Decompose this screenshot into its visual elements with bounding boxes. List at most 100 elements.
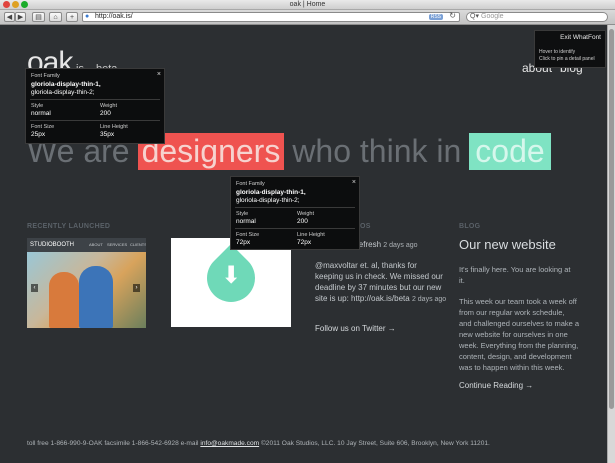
chevron-left-icon: ‹: [33, 285, 36, 291]
font-size-label: Font Size: [236, 232, 260, 238]
weight-label: Weight: [100, 103, 118, 109]
blog-intro: It's finally here. You are looking at it…: [459, 264, 604, 286]
tweet-2-time[interactable]: 2 days ago: [412, 296, 446, 303]
blog-body-line: from our regular work schedule,: [459, 308, 565, 317]
project-thumb-drop[interactable]: ⬇: [171, 238, 291, 327]
blog-body-line: new website for ourselves in one: [459, 330, 568, 339]
whatfont-tooltip-logo: × Font Family gloriola-display-thin-1, g…: [25, 68, 165, 144]
tweet-1-time[interactable]: 2 days ago: [383, 242, 417, 249]
add-bookmark-button[interactable]: +: [66, 12, 78, 22]
whatfont-hint-hover: Hover to identify: [539, 49, 576, 55]
continue-reading-link[interactable]: Continue Reading →: [459, 381, 533, 390]
tweet-2-line: keeping us in check. We missed our: [315, 272, 443, 281]
font-family-label: Font Family: [236, 181, 265, 187]
studio-nav-item: CLIENTS: [130, 242, 146, 247]
reader-button[interactable]: ▤: [32, 12, 45, 22]
blog-intro-line: It's finally here. You are looking at: [459, 265, 571, 274]
blog-body-line: week. Everything from the planning,: [459, 341, 579, 350]
browser-toolbar: ◀ ▶ ▤ ⌂ + ● http://oak.is/ RSS ↻ Q▾ Goog…: [0, 10, 615, 25]
weight-value: 200: [100, 110, 111, 117]
home-icon: ⌂: [53, 14, 58, 21]
search-icon: Q▾: [470, 13, 479, 20]
style-label: Style: [236, 211, 249, 217]
studio-photo: [27, 252, 146, 328]
person-figure: [79, 266, 113, 328]
plus-icon: +: [69, 14, 75, 21]
footer-address: ©2011 Oak Studios, LLC. 10 Jay Street, S…: [259, 440, 490, 447]
blog-intro-line: it.: [459, 276, 465, 285]
forward-arrow-icon: ▶: [17, 14, 24, 21]
line-height-value: 72px: [297, 239, 312, 246]
style-label: Style: [31, 103, 44, 109]
globe-icon: ●: [85, 13, 90, 20]
carousel-prev-button[interactable]: ‹: [31, 284, 38, 292]
divider: [30, 99, 160, 100]
footer-email-link[interactable]: info@oakmade.com: [200, 440, 259, 447]
forward-button[interactable]: ▶: [15, 12, 26, 22]
style-value: normal: [236, 218, 256, 225]
font-family-label: Font Family: [31, 73, 60, 79]
footer-contact: toll free 1-866-990-9-OAK facsimile 1-86…: [27, 440, 201, 447]
home-button[interactable]: ⌂: [49, 12, 62, 22]
whatfont-panel: Exit WhatFont Hover to identify Click to…: [534, 30, 606, 68]
blog-body-line: and challenged ourselves to make a: [459, 319, 580, 328]
studio-nav-item: SERVICES: [107, 242, 128, 247]
hero-text-2: who think in: [292, 132, 462, 169]
reload-icon[interactable]: ↻: [449, 12, 456, 20]
style-value: normal: [31, 110, 51, 117]
weight-label: Weight: [297, 211, 315, 217]
line-height-label: Line Height: [297, 232, 325, 238]
address-url: http://oak.is/: [95, 13, 133, 20]
search-placeholder: Google: [481, 13, 504, 20]
studio-brand: STUDIOBOOTH: [30, 242, 75, 248]
exit-whatfont-button[interactable]: Exit WhatFont: [560, 34, 601, 41]
font-size-value: 72px: [236, 239, 251, 246]
studio-header: STUDIOBOOTH: [27, 238, 146, 252]
tweet-2: @maxvoltar et. al, thanks for keeping us…: [315, 260, 446, 305]
section-tweets: OS: [360, 223, 371, 230]
blog-body-line: was to happen within this week.: [459, 363, 565, 372]
hero-highlight-code: code: [469, 132, 551, 170]
rss-badge[interactable]: RSS: [428, 14, 443, 20]
line-height-value: 35px: [100, 131, 115, 138]
address-bar[interactable]: ● http://oak.is/ RSS ↻: [82, 12, 460, 22]
carousel-next-button[interactable]: ›: [133, 284, 140, 292]
font-size-label: Font Size: [31, 124, 55, 130]
whatfont-hint-click: Click to pin a detail panel: [539, 56, 595, 62]
tweet-2-line[interactable]: site is up: http://oak.is/beta: [315, 294, 410, 303]
close-icon[interactable]: ×: [157, 71, 161, 78]
site-footer: toll free 1-866-990-9-OAK facsimile 1-86…: [27, 440, 490, 447]
close-icon[interactable]: ×: [352, 179, 356, 186]
divider: [235, 207, 355, 208]
tweet-2-line: @maxvoltar et. al, thanks for: [315, 261, 417, 270]
line-height-label: Line Height: [100, 124, 128, 130]
blog-body-line: content, design, and development: [459, 352, 572, 361]
blog-body: This week our team took a week off from …: [459, 296, 604, 373]
blog-post-title[interactable]: Our new website: [459, 237, 556, 252]
window-titlebar: oak | Home: [0, 0, 615, 10]
divider: [235, 228, 355, 229]
whatfont-tooltip-hero: × Font Family gloriola-display-thin-1, g…: [230, 176, 360, 250]
vertical-scrollbar[interactable]: [607, 25, 615, 463]
weight-value: 200: [297, 218, 308, 225]
font-family-value: gloriola-display-thin-1,: [31, 81, 101, 88]
search-field[interactable]: Q▾ Google: [466, 12, 608, 22]
book-icon: ▤: [35, 14, 42, 21]
section-recently-launched: RECENTLY LAUNCHED: [27, 223, 111, 230]
person-figure: [49, 272, 79, 328]
scroll-thumb[interactable]: [609, 29, 614, 409]
back-arrow-icon: ◀: [6, 14, 13, 21]
back-button[interactable]: ◀: [4, 12, 15, 22]
divider: [30, 120, 160, 121]
tweet-2-line: deadline by 37 minutes but our new: [315, 283, 442, 292]
font-family-value: gloriola-display-thin-1,: [236, 189, 306, 196]
section-blog: BLOG: [459, 223, 481, 230]
font-family-value-2: gloriola-display-thin-2;: [236, 197, 300, 204]
arrow-down-icon: ⬇: [221, 262, 242, 289]
follow-twitter-link[interactable]: Follow us on Twitter →: [315, 324, 396, 333]
font-size-value: 25px: [31, 131, 46, 138]
blog-body-line: This week our team took a week off: [459, 297, 577, 306]
studio-nav-item: ABOUT: [89, 242, 103, 247]
font-family-value-2: gloriola-display-thin-2;: [31, 89, 95, 96]
project-thumb-studiobooth[interactable]: STUDIOBOOTH ABOUT SERVICES CLIENTS ‹ ›: [27, 238, 146, 328]
